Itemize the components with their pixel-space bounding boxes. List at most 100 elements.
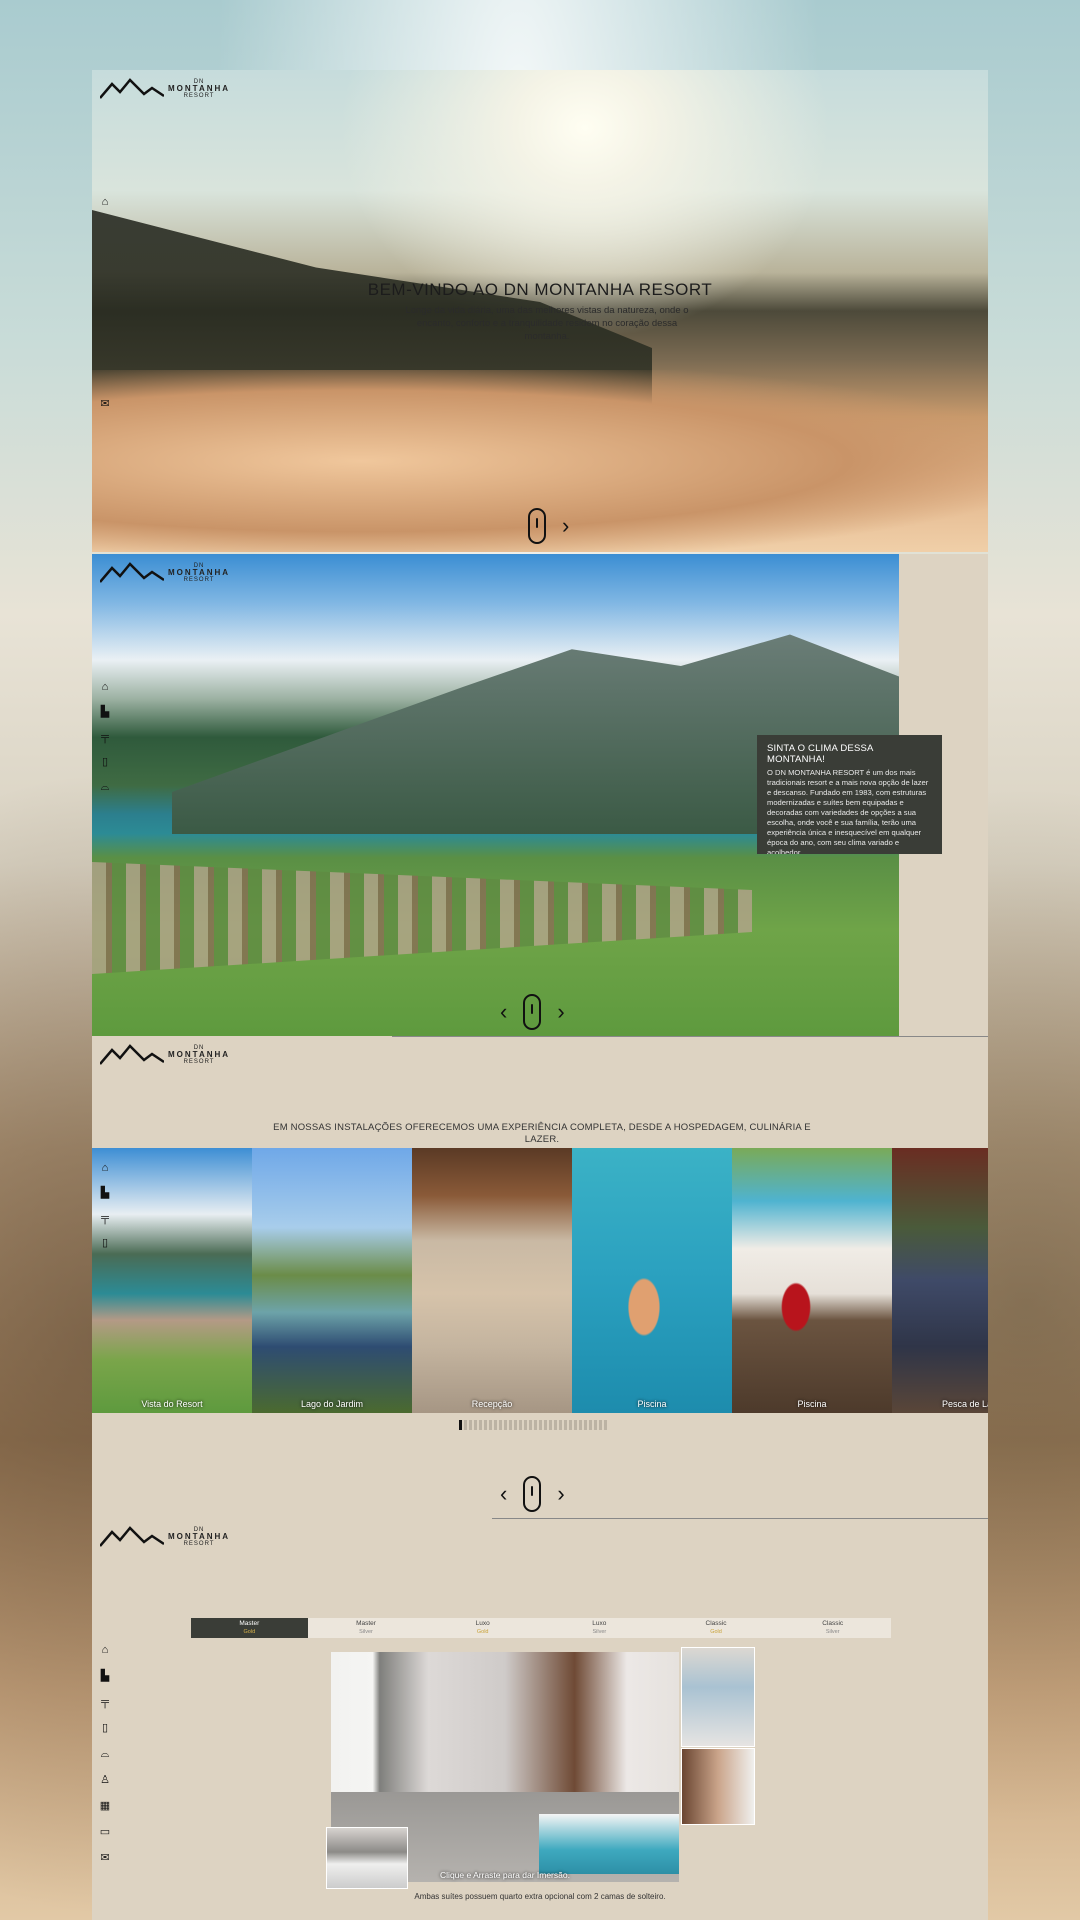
gallery-card[interactable]: Vista do Resort bbox=[92, 1148, 252, 1413]
room-tab-name: Luxo bbox=[592, 1620, 607, 1627]
dining-icon[interactable]: ╤ bbox=[98, 1212, 112, 1224]
hotel-icon[interactable]: ▙ bbox=[98, 706, 112, 718]
pager-dot[interactable] bbox=[544, 1420, 547, 1430]
mouse-scroll-icon[interactable] bbox=[523, 1476, 542, 1512]
mountain-logo-icon bbox=[100, 1526, 164, 1547]
pager-dot[interactable] bbox=[549, 1420, 552, 1430]
room-tab[interactable]: Classic Silver bbox=[774, 1618, 891, 1638]
mountain-logo-icon bbox=[100, 1044, 164, 1065]
mail-icon[interactable]: ✉ bbox=[98, 398, 112, 410]
pager-dot[interactable] bbox=[589, 1420, 592, 1430]
hotel-icon[interactable]: ▙ bbox=[98, 1187, 112, 1199]
gallery-card-label: Recepção bbox=[471, 1399, 513, 1409]
facilities-section: DN MONTANHA RESORT EM NOSSAS INSTALAÇÕES… bbox=[92, 1036, 988, 1518]
room-tab-tier: Silver bbox=[825, 1629, 840, 1635]
door-icon[interactable]: ▯ bbox=[98, 1237, 112, 1249]
services-icon[interactable]: ▦ bbox=[98, 1800, 112, 1812]
home-icon[interactable]: ⌂ bbox=[98, 1644, 112, 1656]
room-tab[interactable]: Master Gold bbox=[191, 1618, 308, 1638]
pager-dot[interactable] bbox=[604, 1420, 607, 1430]
mouse-scroll-icon[interactable] bbox=[523, 994, 542, 1030]
home-icon[interactable]: ⌂ bbox=[98, 681, 112, 693]
logo-text: DN MONTANHA RESORT bbox=[168, 1527, 230, 1547]
pager-dot[interactable] bbox=[559, 1420, 562, 1430]
dining-icon[interactable]: ╤ bbox=[98, 731, 112, 743]
pager-dot[interactable] bbox=[464, 1420, 467, 1430]
pager-dot[interactable] bbox=[484, 1420, 487, 1430]
pager-dot[interactable] bbox=[564, 1420, 567, 1430]
about-info-box: SINTA O CLIMA DESSA MONTANHA! O DN MONTA… bbox=[757, 735, 942, 854]
bell-icon[interactable]: ⌓ bbox=[98, 1748, 112, 1760]
about-title: SINTA O CLIMA DESSA MONTANHA! bbox=[767, 743, 874, 765]
resort-logo[interactable]: DN MONTANHA RESORT bbox=[100, 560, 230, 586]
room-tab[interactable]: Classic Gold bbox=[658, 1618, 775, 1638]
pager-dot[interactable] bbox=[509, 1420, 512, 1430]
mail-icon[interactable]: ✉ bbox=[98, 1852, 112, 1864]
pager-dot[interactable] bbox=[499, 1420, 502, 1430]
pager-dot[interactable] bbox=[574, 1420, 577, 1430]
gallery-card[interactable]: Piscina bbox=[572, 1148, 732, 1413]
hero-side-nav: ⌂ ✉ bbox=[98, 196, 112, 410]
chevron-left-icon[interactable]: ‹ bbox=[500, 1483, 507, 1505]
pager-dot[interactable] bbox=[599, 1420, 602, 1430]
pager-dot[interactable] bbox=[579, 1420, 582, 1430]
book-icon[interactable]: ▭ bbox=[98, 1826, 112, 1838]
room-tab-tier: Gold bbox=[243, 1629, 256, 1635]
door-icon[interactable]: ▯ bbox=[98, 1722, 112, 1734]
home-icon[interactable]: ⌂ bbox=[98, 196, 112, 208]
pager-dot[interactable] bbox=[539, 1420, 542, 1430]
room-tab-name: Luxo bbox=[475, 1620, 490, 1627]
room-tab-tier: Gold bbox=[476, 1629, 489, 1635]
pager-dot[interactable] bbox=[519, 1420, 522, 1430]
mouse-scroll-icon[interactable] bbox=[528, 508, 546, 544]
bell-icon[interactable]: ⌓ bbox=[98, 781, 112, 793]
home-icon[interactable]: ⌂ bbox=[98, 1162, 112, 1174]
facilities-gallery[interactable]: Vista do Resort Lago do Jardim Recepção … bbox=[92, 1148, 988, 1413]
room-tab-name: Classic bbox=[822, 1620, 844, 1627]
pager-dot[interactable] bbox=[459, 1420, 462, 1430]
pager-dot[interactable] bbox=[474, 1420, 477, 1430]
door-icon[interactable]: ▯ bbox=[98, 756, 112, 768]
chevron-right-icon[interactable]: › bbox=[557, 1483, 564, 1505]
pager-dot[interactable] bbox=[489, 1420, 492, 1430]
resort-logo[interactable]: DN MONTANHA RESORT bbox=[100, 1042, 230, 1068]
pager-dot[interactable] bbox=[569, 1420, 572, 1430]
resort-logo[interactable]: DN MONTANHA RESORT bbox=[100, 1524, 230, 1550]
pager-dot[interactable] bbox=[529, 1420, 532, 1430]
rooms-side-nav: ⌂ ▙ ╤ ▯ ⌓ ♙ ▦ ▭ ✉ bbox=[98, 1644, 112, 1864]
room-tab[interactable]: Master Silver bbox=[308, 1618, 425, 1638]
pager-dot[interactable] bbox=[504, 1420, 507, 1430]
gallery-card[interactable]: Lago do Jardim bbox=[252, 1148, 412, 1413]
resort-logo[interactable]: DN MONTANHA RESORT bbox=[100, 76, 230, 102]
room-tab-name: Master bbox=[356, 1620, 376, 1627]
logo-text: DN MONTANHA RESORT bbox=[168, 1045, 230, 1065]
logo-line-2: MONTANHA bbox=[168, 1050, 231, 1059]
gallery-card-label: Piscina bbox=[637, 1399, 667, 1409]
logo-text: DN MONTANHA RESORT bbox=[168, 79, 230, 99]
pager-dot[interactable] bbox=[514, 1420, 517, 1430]
gallery-card[interactable]: Piscina bbox=[732, 1148, 892, 1413]
pager-dot[interactable] bbox=[494, 1420, 497, 1430]
chevron-right-icon[interactable]: › bbox=[557, 1001, 564, 1023]
room-bed bbox=[539, 1814, 679, 1874]
gallery-pager[interactable] bbox=[459, 1420, 607, 1430]
pager-dot[interactable] bbox=[534, 1420, 537, 1430]
room-thumbnail[interactable] bbox=[681, 1748, 755, 1825]
room-thumbnail[interactable] bbox=[681, 1647, 755, 1747]
pager-dot[interactable] bbox=[594, 1420, 597, 1430]
dining-icon[interactable]: ╤ bbox=[98, 1696, 112, 1708]
chevron-right-icon[interactable]: › bbox=[562, 515, 569, 537]
hiking-icon[interactable]: ♙ bbox=[98, 1774, 112, 1786]
gallery-card[interactable]: Pesca de Lago bbox=[892, 1148, 988, 1413]
pager-dot[interactable] bbox=[479, 1420, 482, 1430]
pager-dot[interactable] bbox=[524, 1420, 527, 1430]
gallery-card[interactable]: Recepção bbox=[412, 1148, 572, 1413]
logo-line-3: RESORT bbox=[183, 577, 215, 583]
room-tab[interactable]: Luxo Gold bbox=[424, 1618, 541, 1638]
hotel-icon[interactable]: ▙ bbox=[98, 1670, 112, 1682]
pager-dot[interactable] bbox=[469, 1420, 472, 1430]
room-tab[interactable]: Luxo Silver bbox=[541, 1618, 658, 1638]
pager-dot[interactable] bbox=[554, 1420, 557, 1430]
chevron-left-icon[interactable]: ‹ bbox=[500, 1001, 507, 1023]
pager-dot[interactable] bbox=[584, 1420, 587, 1430]
